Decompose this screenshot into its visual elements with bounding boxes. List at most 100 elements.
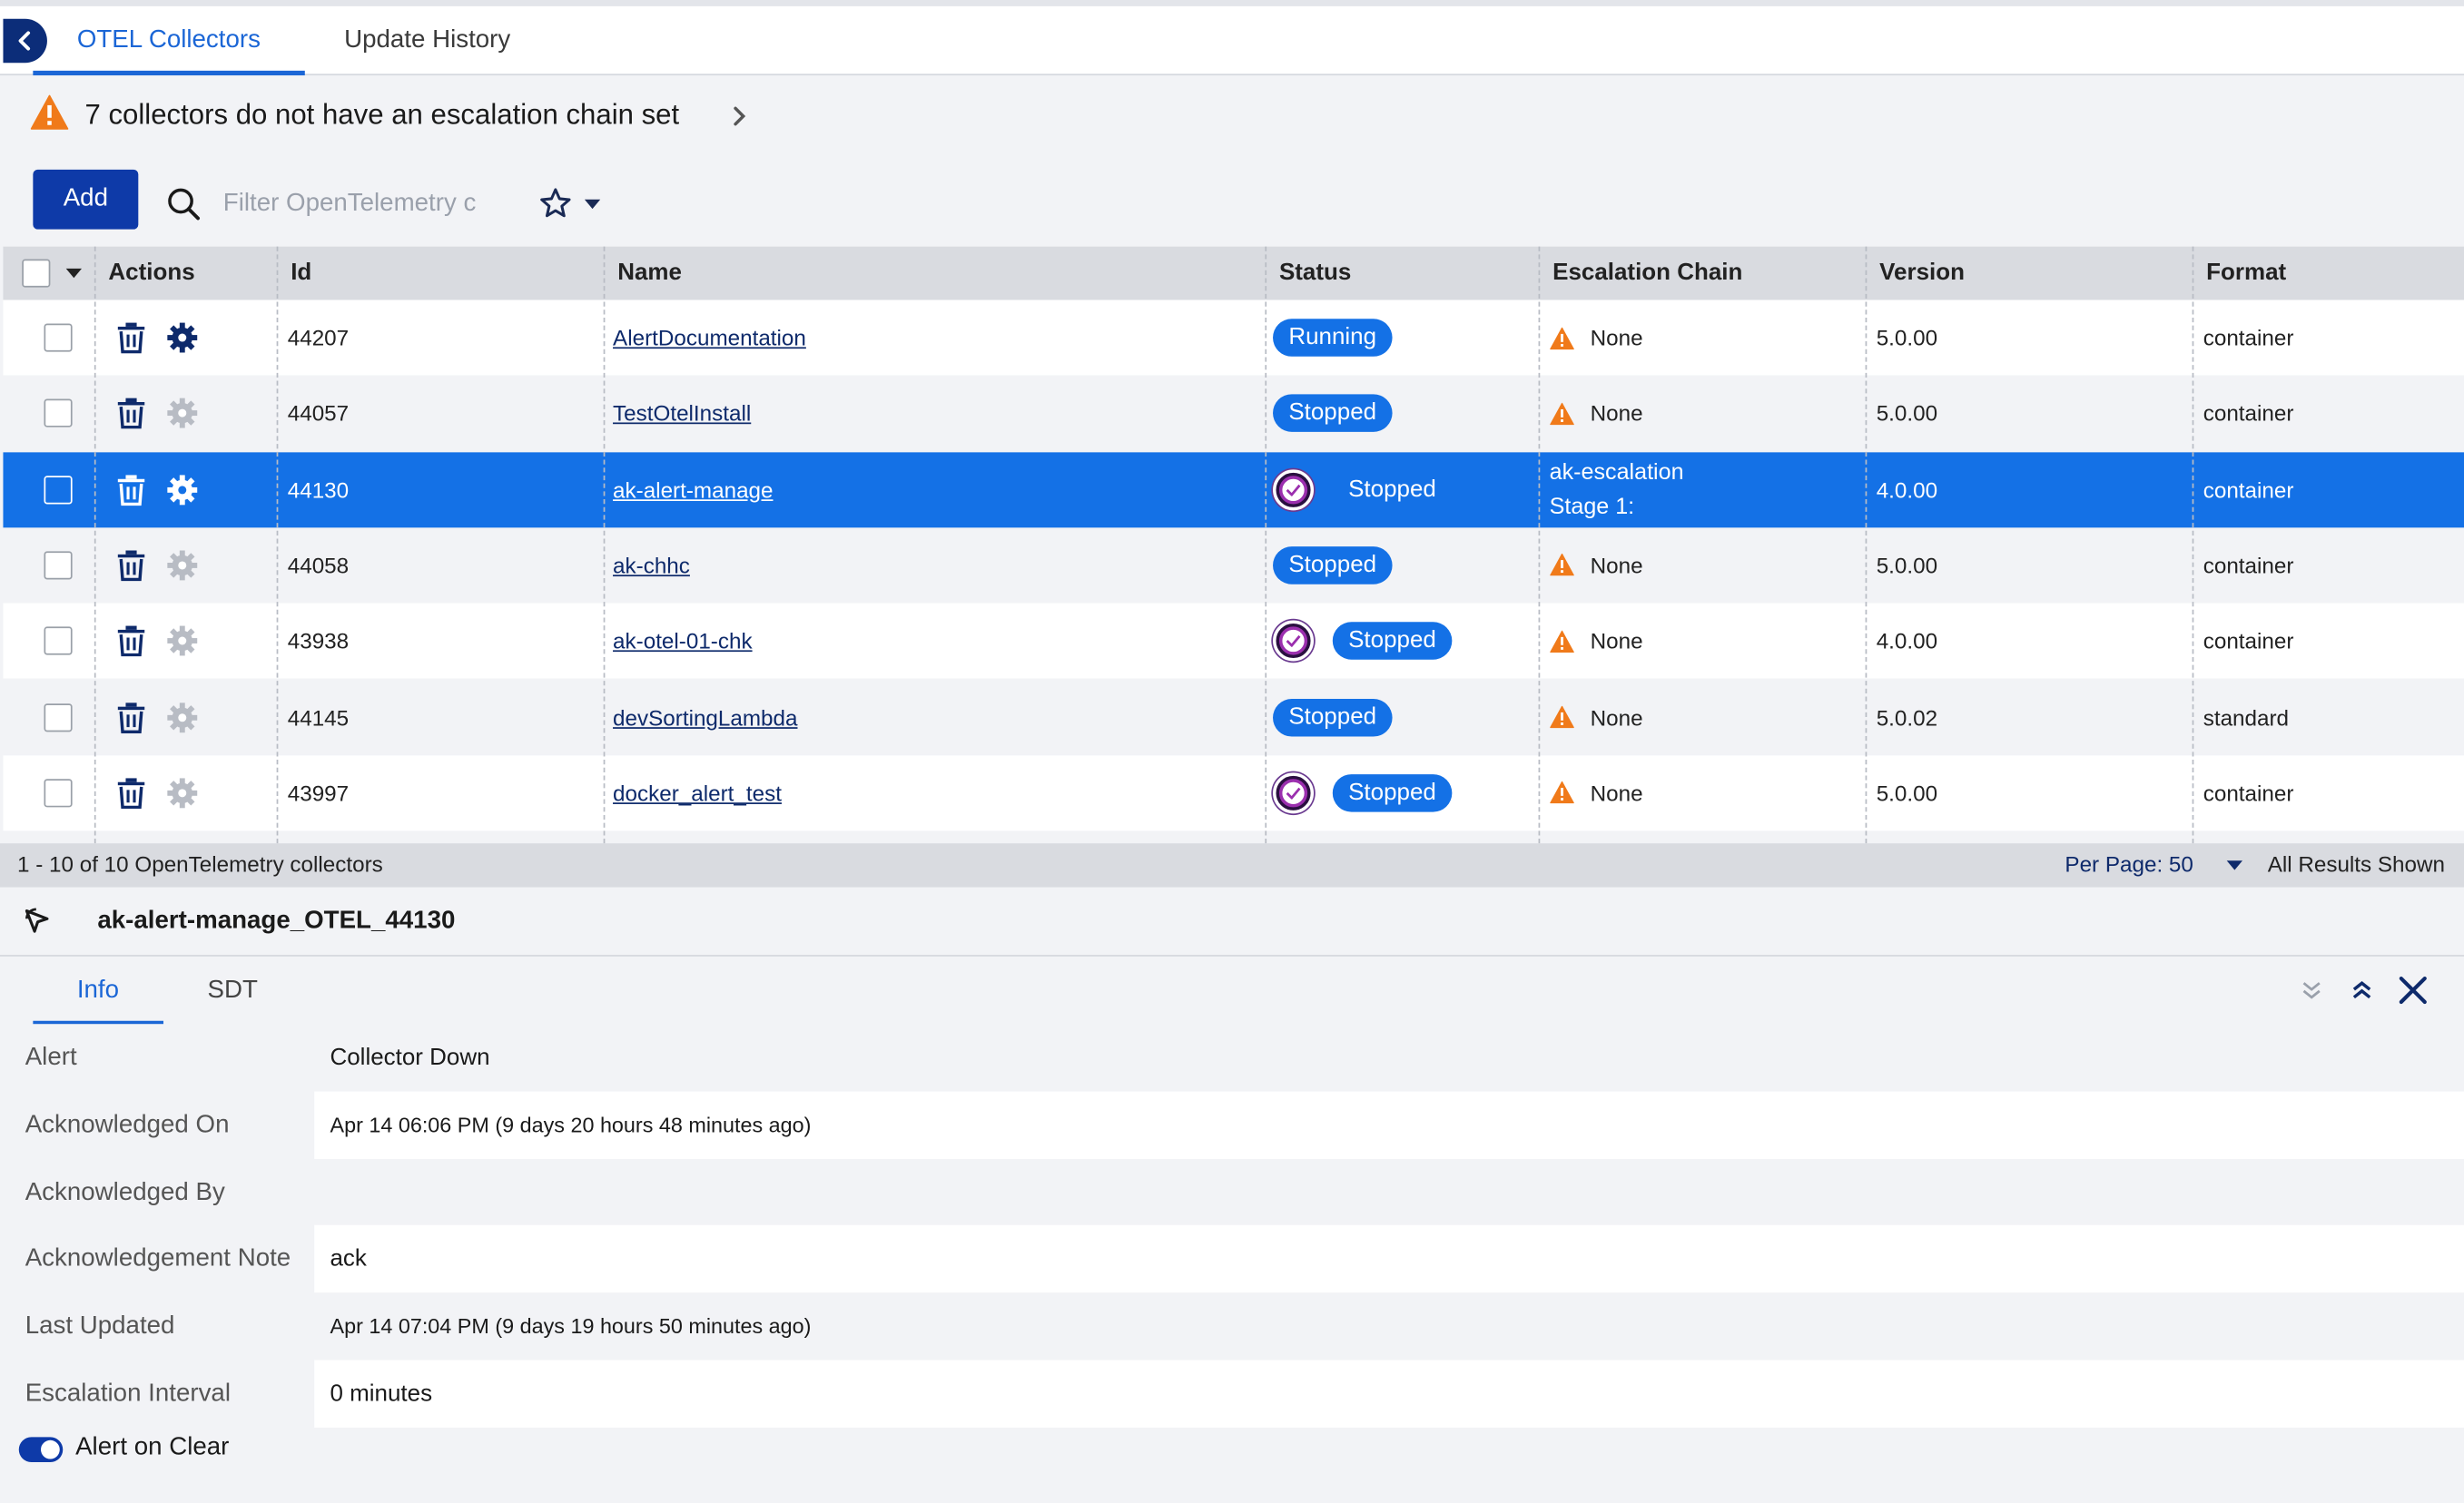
collector-name-link[interactable]: devSortingLambda: [613, 704, 797, 730]
collector-version: 4.0.00: [1876, 476, 1938, 503]
trash-icon[interactable]: [116, 474, 146, 506]
tab-otel-collectors[interactable]: OTEL Collectors: [33, 6, 305, 76]
escalation-warning-banner[interactable]: 7 collectors do not have an escalation c…: [0, 76, 2464, 156]
detail-header: ak-alert-manage_OTEL_44130: [0, 887, 2464, 957]
escalation-chain-value: None: [1590, 780, 1643, 806]
collector-format: standard: [2203, 704, 2290, 730]
escalation-chain-value: None: [1590, 400, 1643, 427]
collector-name-link[interactable]: ak-otel-01-chk: [613, 628, 753, 653]
collector-format: container: [2203, 628, 2294, 654]
col-status[interactable]: Status: [1266, 247, 1351, 300]
escalation-stage: Stage 1:: [1549, 494, 1635, 520]
select-dropdown-caret[interactable]: [65, 268, 83, 279]
collector-version: 5.0.00: [1876, 400, 1938, 427]
trash-icon[interactable]: [116, 549, 146, 582]
collector-name-link[interactable]: ak-alert-manage: [613, 476, 773, 502]
trash-icon[interactable]: [116, 322, 146, 354]
locate-pointer-icon[interactable]: [22, 906, 54, 938]
escalation-chain-value: None: [1590, 552, 1643, 578]
close-icon[interactable]: [2398, 976, 2428, 1006]
gear-icon[interactable]: [166, 322, 198, 354]
warning-triangle-icon: [1550, 781, 1574, 804]
collector-id: 44058: [287, 552, 350, 578]
gear-icon[interactable]: [166, 625, 198, 657]
escalation-chain-value: None: [1590, 325, 1643, 350]
gear-icon[interactable]: [166, 398, 198, 429]
table-row[interactable]: 44058 ak-chhc Stopped None 5.0.00 container: [3, 527, 2464, 604]
star-icon[interactable]: [539, 187, 572, 220]
trash-icon[interactable]: [116, 398, 146, 429]
search-input[interactable]: [213, 185, 497, 223]
status-badge: Stopped: [1273, 545, 1393, 584]
warning-triangle-icon: [1550, 630, 1574, 653]
gear-icon[interactable]: [166, 474, 198, 506]
chevron-double-down-icon[interactable]: [2301, 980, 2322, 1002]
acknowledged-check-icon: [1273, 468, 1315, 510]
collector-id: 44057: [287, 400, 350, 427]
warning-triangle-icon: [1550, 705, 1574, 729]
col-format[interactable]: Format: [2193, 247, 2286, 300]
table-footer: 1 - 10 of 10 OpenTelemetry collectors Pe…: [0, 843, 2464, 888]
warning-triangle-icon: [1550, 402, 1574, 425]
col-name[interactable]: Name: [605, 247, 682, 300]
col-version[interactable]: Version: [1867, 247, 1965, 300]
chevron-left-icon: [18, 31, 31, 51]
per-page-select[interactable]: Per Page: 50: [2065, 851, 2193, 877]
detail-panel: Info SDT Alert Collector Down Acknowledged…: [0, 958, 2464, 1503]
tab-info[interactable]: Info: [33, 970, 163, 1025]
col-id[interactable]: Id: [278, 247, 311, 300]
add-button[interactable]: Add: [33, 169, 139, 230]
detail-field-row: Last Updated Apr 14 07:04 PM (9 days 19 h…: [0, 1292, 2464, 1360]
detail-field-value: Apr 14 06:06 PM (9 days 20 hours 48 minu…: [314, 1091, 2464, 1159]
row-checkbox[interactable]: [44, 399, 73, 428]
escalation-chain-name: ak-escalation: [1549, 459, 1684, 485]
col-escalation-chain[interactable]: Escalation Chain: [1540, 247, 1742, 300]
table-row[interactable]: 43997 docker_alert_test Stopped None 5.0.00 c…: [3, 754, 2464, 831]
select-all-checkbox[interactable]: [22, 259, 51, 288]
collector-name-link[interactable]: docker_alert_test: [613, 781, 782, 806]
gear-icon[interactable]: [166, 702, 198, 733]
status-badge: Stopped: [1332, 773, 1453, 812]
chevron-double-up-icon[interactable]: [2351, 978, 2372, 1000]
escalation-chain-value: None: [1590, 628, 1643, 654]
row-checkbox[interactable]: [44, 626, 73, 655]
table-row[interactable]: 44207 AlertDocumentation Running None 5.0.00…: [3, 300, 2464, 376]
collector-id: 43938: [287, 628, 350, 654]
table-row[interactable]: 44130 ak-alert-manage Stopped ak-escalation…: [3, 451, 2464, 527]
collector-name-link[interactable]: TestOtelInstall: [613, 401, 751, 427]
alert-on-clear-label: Alert on Clear: [75, 1433, 230, 1461]
detail-field-value: [314, 1158, 2464, 1225]
collector-format: container: [2203, 552, 2294, 578]
search-icon[interactable]: [166, 187, 201, 221]
collector-format: container: [2203, 780, 2294, 806]
row-checkbox[interactable]: [44, 551, 73, 580]
per-page-caret[interactable]: [2226, 860, 2242, 870]
collector-format: container: [2203, 325, 2294, 350]
row-checkbox[interactable]: [44, 778, 73, 808]
tab-update-history[interactable]: Update History: [344, 6, 510, 75]
trash-icon[interactable]: [116, 625, 146, 657]
table-row[interactable]: 44057 TestOtelInstall Stopped None 5.0.00 con…: [3, 376, 2464, 452]
row-checkbox[interactable]: [44, 323, 73, 352]
detail-field-label: Last Updated: [25, 1312, 175, 1341]
trash-icon[interactable]: [116, 777, 146, 809]
row-checkbox[interactable]: [44, 475, 73, 504]
tab-sdt[interactable]: SDT: [207, 970, 257, 1024]
all-results-label: All Results Shown: [2267, 850, 2445, 877]
chevron-right-icon[interactable]: [733, 105, 748, 127]
table-row[interactable]: 43938 ak-otel-01-chk Stopped None 4.0.00 cont…: [3, 603, 2464, 679]
detail-field-row: Escalation Interval 0 minutes: [0, 1360, 2464, 1428]
collector-name-link[interactable]: AlertDocumentation: [613, 325, 806, 350]
alert-on-clear-toggle[interactable]: [18, 1437, 64, 1463]
gear-icon[interactable]: [166, 777, 198, 809]
detail-field-label: Acknowledged On: [25, 1111, 230, 1139]
collector-id: 44145: [287, 704, 350, 730]
trash-icon[interactable]: [116, 702, 146, 733]
warning-triangle-icon: [1550, 326, 1574, 349]
table-row[interactable]: 44145 devSortingLambda Stopped None 5.0.02 st…: [3, 679, 2464, 755]
warning-triangle-icon: [1550, 554, 1574, 576]
collector-name-link[interactable]: ak-chhc: [613, 553, 690, 578]
row-checkbox[interactable]: [44, 702, 73, 732]
gear-icon[interactable]: [166, 549, 198, 581]
favorites-dropdown-caret[interactable]: [584, 199, 601, 210]
